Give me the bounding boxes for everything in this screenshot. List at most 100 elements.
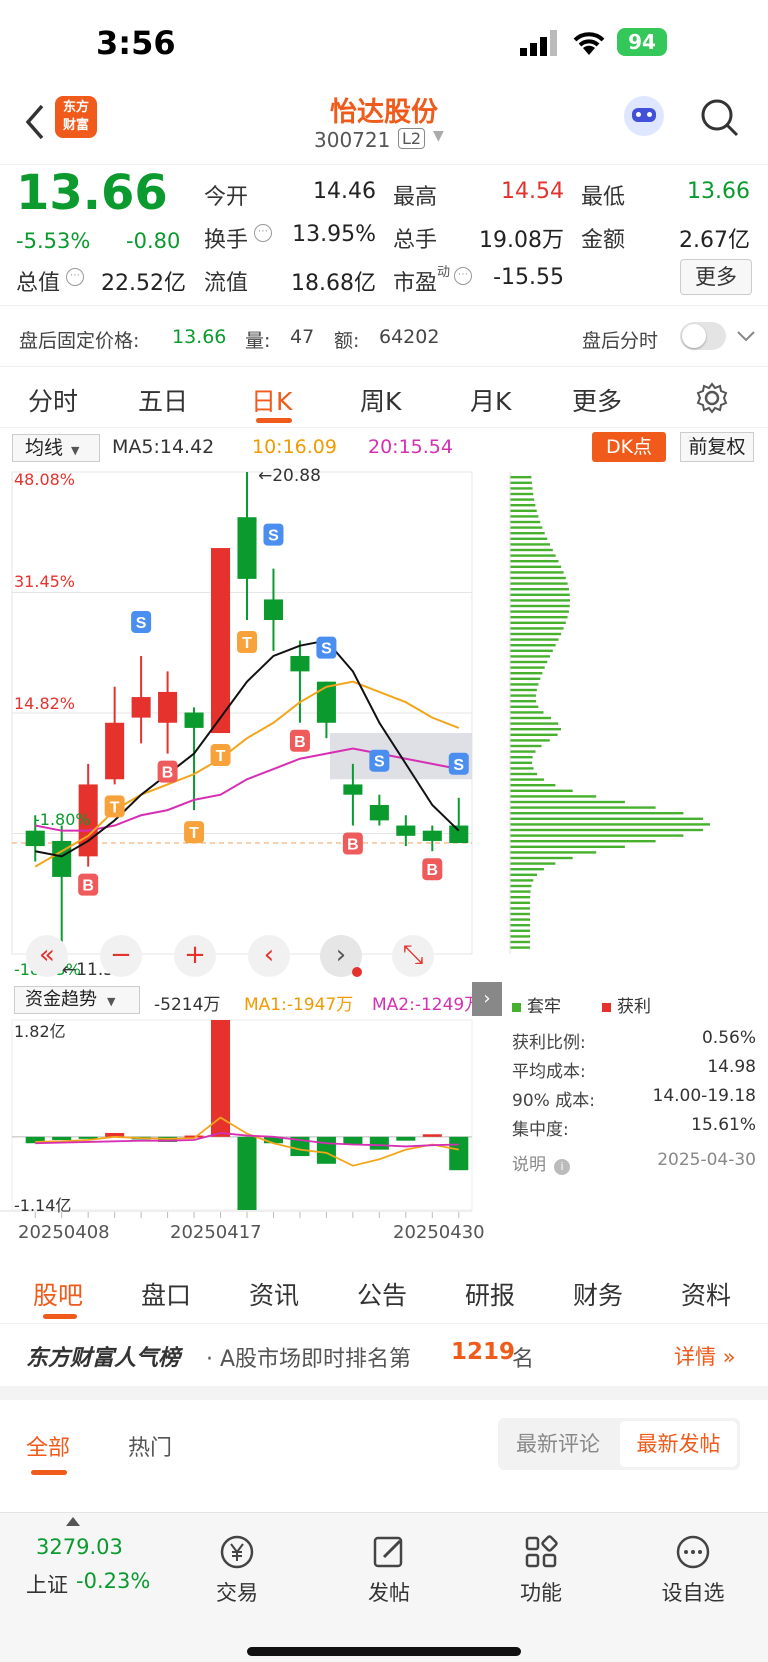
popularity-rank-bar[interactable]: 东方财富人气榜 · A股市场即时排名第 1219 名 详情 » (0, 1324, 768, 1386)
after-hours-time-label: 盘后分时 (582, 330, 659, 352)
post-tab-hot[interactable]: 热门 (128, 1430, 172, 1462)
tab-news[interactable]: 资讯 (249, 1276, 299, 1312)
expand-arrow-icon[interactable]: › (472, 982, 502, 1016)
chip-bar (510, 515, 539, 518)
chip-bar (510, 481, 532, 484)
tab-weekly-k[interactable]: 周K (360, 382, 401, 418)
index-value[interactable]: 3279.03 (36, 1535, 123, 1559)
sort-latest-comment[interactable]: 最新评论 (498, 1418, 618, 1470)
chip-row-value: 14.00-19.18 (652, 1086, 756, 1106)
tab-more[interactable]: 更多 (572, 382, 622, 418)
chip-row-label: 获利比例: (512, 1033, 586, 1053)
chip-bar (510, 526, 543, 529)
chip-bar (510, 498, 535, 501)
chip-bar (510, 716, 552, 720)
quote-panel: 13.66 -5.53% -0.80 总值 ⋯ 22.52亿 今开 14.46 … (0, 165, 768, 305)
chip-bar (510, 856, 573, 860)
chip-row-value: 15.61% (691, 1115, 756, 1135)
pe-label: 市盈 (393, 271, 438, 296)
tab-finance[interactable]: 财务 (573, 1276, 623, 1312)
search-icon[interactable] (700, 98, 740, 138)
chip-bar (510, 750, 536, 753)
chip-bar (510, 487, 533, 490)
tab-intraday[interactable]: 分时 (28, 382, 78, 418)
gear-icon[interactable] (696, 382, 728, 414)
fullscreen-button[interactable]: ⤡ (392, 935, 434, 977)
chip-bar (510, 806, 656, 809)
chip-bar (510, 884, 532, 888)
volume-label: 总手 (393, 228, 438, 253)
turnover-label: 换手 (204, 228, 249, 253)
nav-post[interactable]: 发帖 (339, 1533, 439, 1607)
dk-point-button[interactable]: DK点 (592, 432, 666, 462)
chip-note[interactable]: 说明 i (512, 1150, 570, 1175)
chip-bar (510, 924, 531, 927)
fund-bar (211, 1020, 231, 1137)
tab-forum[interactable]: 股吧 (33, 1276, 83, 1312)
tab-research[interactable]: 研报 (465, 1276, 515, 1312)
expand-up-icon[interactable] (66, 1517, 80, 1526)
tab-monthly-k[interactable]: 月K (470, 382, 511, 418)
date-start: 20250408 (18, 1222, 110, 1243)
chip-bar (510, 778, 544, 781)
chip-bar (510, 543, 550, 546)
tab-announcements[interactable]: 公告 (357, 1276, 407, 1312)
signal-marker-label: B (294, 734, 306, 751)
robot-assistant-icon[interactable] (624, 96, 664, 136)
float-cap-value: 18.68亿 (291, 271, 376, 296)
info-icon[interactable]: ⋯ (66, 268, 84, 286)
more-button[interactable]: 更多 (680, 259, 752, 295)
chip-bar (510, 660, 548, 664)
scroll-left-button[interactable]: ‹ (248, 935, 290, 977)
adjust-button[interactable]: 前复权 (680, 432, 754, 462)
sort-latest-post[interactable]: 最新发帖 (620, 1421, 737, 1467)
chip-bar (510, 812, 684, 815)
scroll-left-fast-button[interactable]: « (26, 935, 68, 977)
status-bar: 3:56 94 (0, 0, 768, 90)
nav-trade[interactable]: 交易 (187, 1533, 287, 1607)
rank-detail-label: 详情 (674, 1345, 716, 1369)
ma-select[interactable]: 均线 ▼ (12, 434, 100, 462)
chip-bar (510, 756, 533, 759)
volume-value: 19.08万 (479, 228, 564, 253)
turnover-info-icon[interactable]: ⋯ (254, 224, 272, 242)
zoom-out-button[interactable]: − (100, 935, 142, 977)
amount-label: 金额 (581, 228, 626, 253)
chip-bar (510, 638, 559, 641)
nav-post-label: 发帖 (368, 1581, 410, 1605)
after-hours-toggle[interactable] (680, 322, 726, 350)
change-amount: -0.80 (126, 229, 181, 253)
chip-bar (510, 722, 559, 725)
nav-functions[interactable]: 功能 (491, 1533, 591, 1607)
axis-pct4: -1.80% (34, 810, 91, 829)
battery-icon: 94 (617, 28, 667, 56)
fund-bar (237, 1136, 257, 1210)
fund-trend-select[interactable]: 资金趋势 ▼ (14, 986, 140, 1014)
tab-orderbook[interactable]: 盘口 (141, 1276, 191, 1312)
rank-detail-link[interactable]: 详情 » (674, 1341, 736, 1371)
signal-marker-label: S (374, 754, 385, 771)
nav-add-watchlist[interactable]: 设自选 (643, 1533, 743, 1607)
candle-body (422, 830, 442, 841)
chip-bar (510, 560, 559, 563)
chevron-down-icon[interactable] (736, 328, 756, 344)
chip-bar (510, 800, 625, 804)
chevron-down-icon[interactable]: ▼ (433, 128, 444, 144)
chip-bar (510, 823, 711, 826)
chip-bar (510, 688, 537, 692)
tab-profile[interactable]: 资料 (681, 1276, 731, 1312)
signal-marker-label: T (110, 799, 120, 816)
zoom-in-button[interactable]: + (174, 935, 216, 977)
after-hours-amt-label: 额: (334, 330, 360, 352)
tab-daily-k[interactable]: 日K (251, 382, 292, 418)
fund-value: -5214万 (154, 995, 221, 1015)
chip-bar (510, 677, 541, 680)
open-value: 14.46 (313, 179, 376, 204)
chip-bar (510, 828, 703, 832)
tab-five-day[interactable]: 五日 (138, 382, 188, 418)
post-tab-all[interactable]: 全部 (26, 1430, 70, 1462)
axis-pct2: 31.45% (14, 572, 76, 591)
low-value: 13.66 (687, 179, 750, 204)
chip-bar (510, 610, 569, 613)
chip-bar (510, 655, 550, 658)
